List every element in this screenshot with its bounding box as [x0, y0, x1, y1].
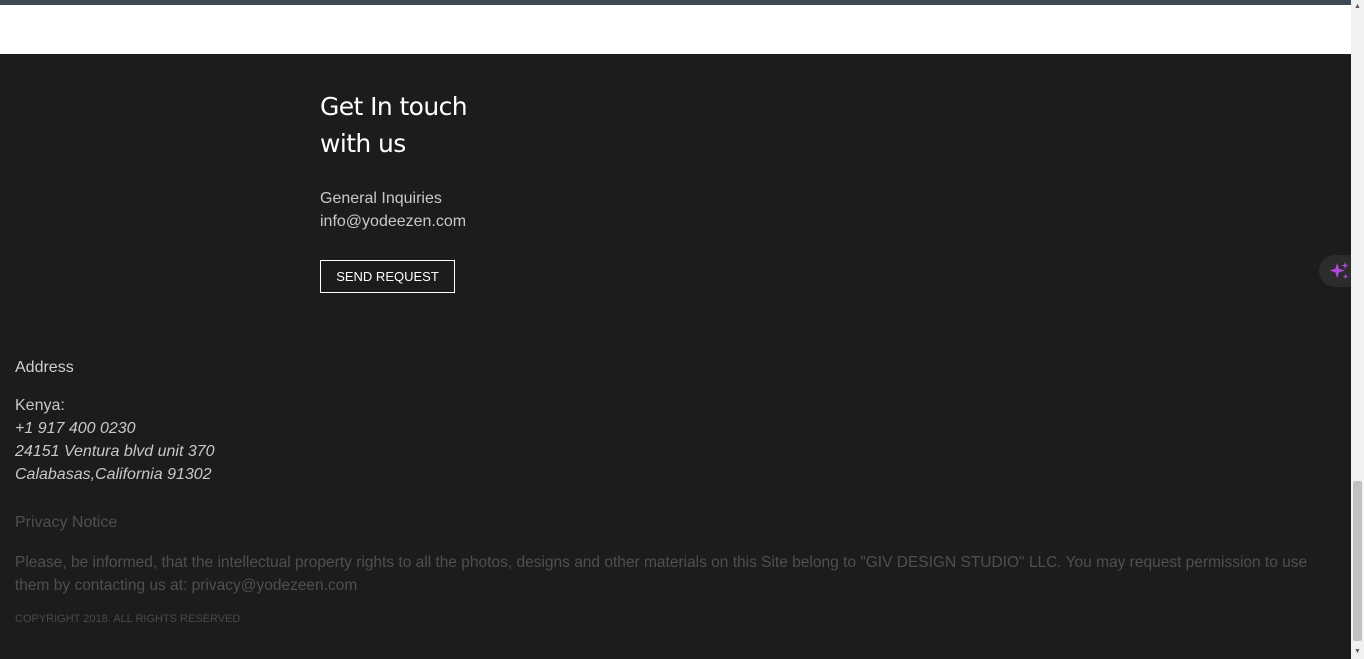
inquiries-email-link[interactable]: info@yodeezen.com [320, 212, 466, 232]
address-country: Kenya: [15, 397, 65, 414]
sparkle-icon [1329, 261, 1349, 280]
scroll-up-icon[interactable]: ▲ [1351, 0, 1364, 14]
address-phone: +1 917 400 0230 [15, 420, 136, 437]
send-request-button[interactable]: SEND REQUEST [320, 260, 455, 293]
address-title: Address [15, 359, 74, 376]
privacy-notice-link[interactable]: Privacy Notice [15, 513, 117, 533]
content-area [0, 5, 1351, 54]
address-city: Calabasas,California 91302 [15, 466, 212, 483]
page-scrollbar[interactable]: ▲ ▼ [1351, 0, 1364, 659]
contact-heading-line2: with us [320, 129, 406, 158]
address-street: 24151 Ventura blvd unit 370 [15, 443, 215, 460]
privacy-notice-text: Please, be informed, that the intellectu… [15, 554, 1308, 594]
scroll-down-icon[interactable]: ▼ [1351, 645, 1364, 659]
copyright-text: COPYRIGHT 2018. ALL RIGHTS RESERVED [15, 613, 241, 625]
contact-heading-line1: Get In touch [320, 92, 468, 121]
inquiries-label: General Inquiries [320, 190, 442, 207]
contact-heading: Get In touch with us [320, 88, 468, 162]
scrollbar-thumb[interactable] [1353, 481, 1362, 641]
